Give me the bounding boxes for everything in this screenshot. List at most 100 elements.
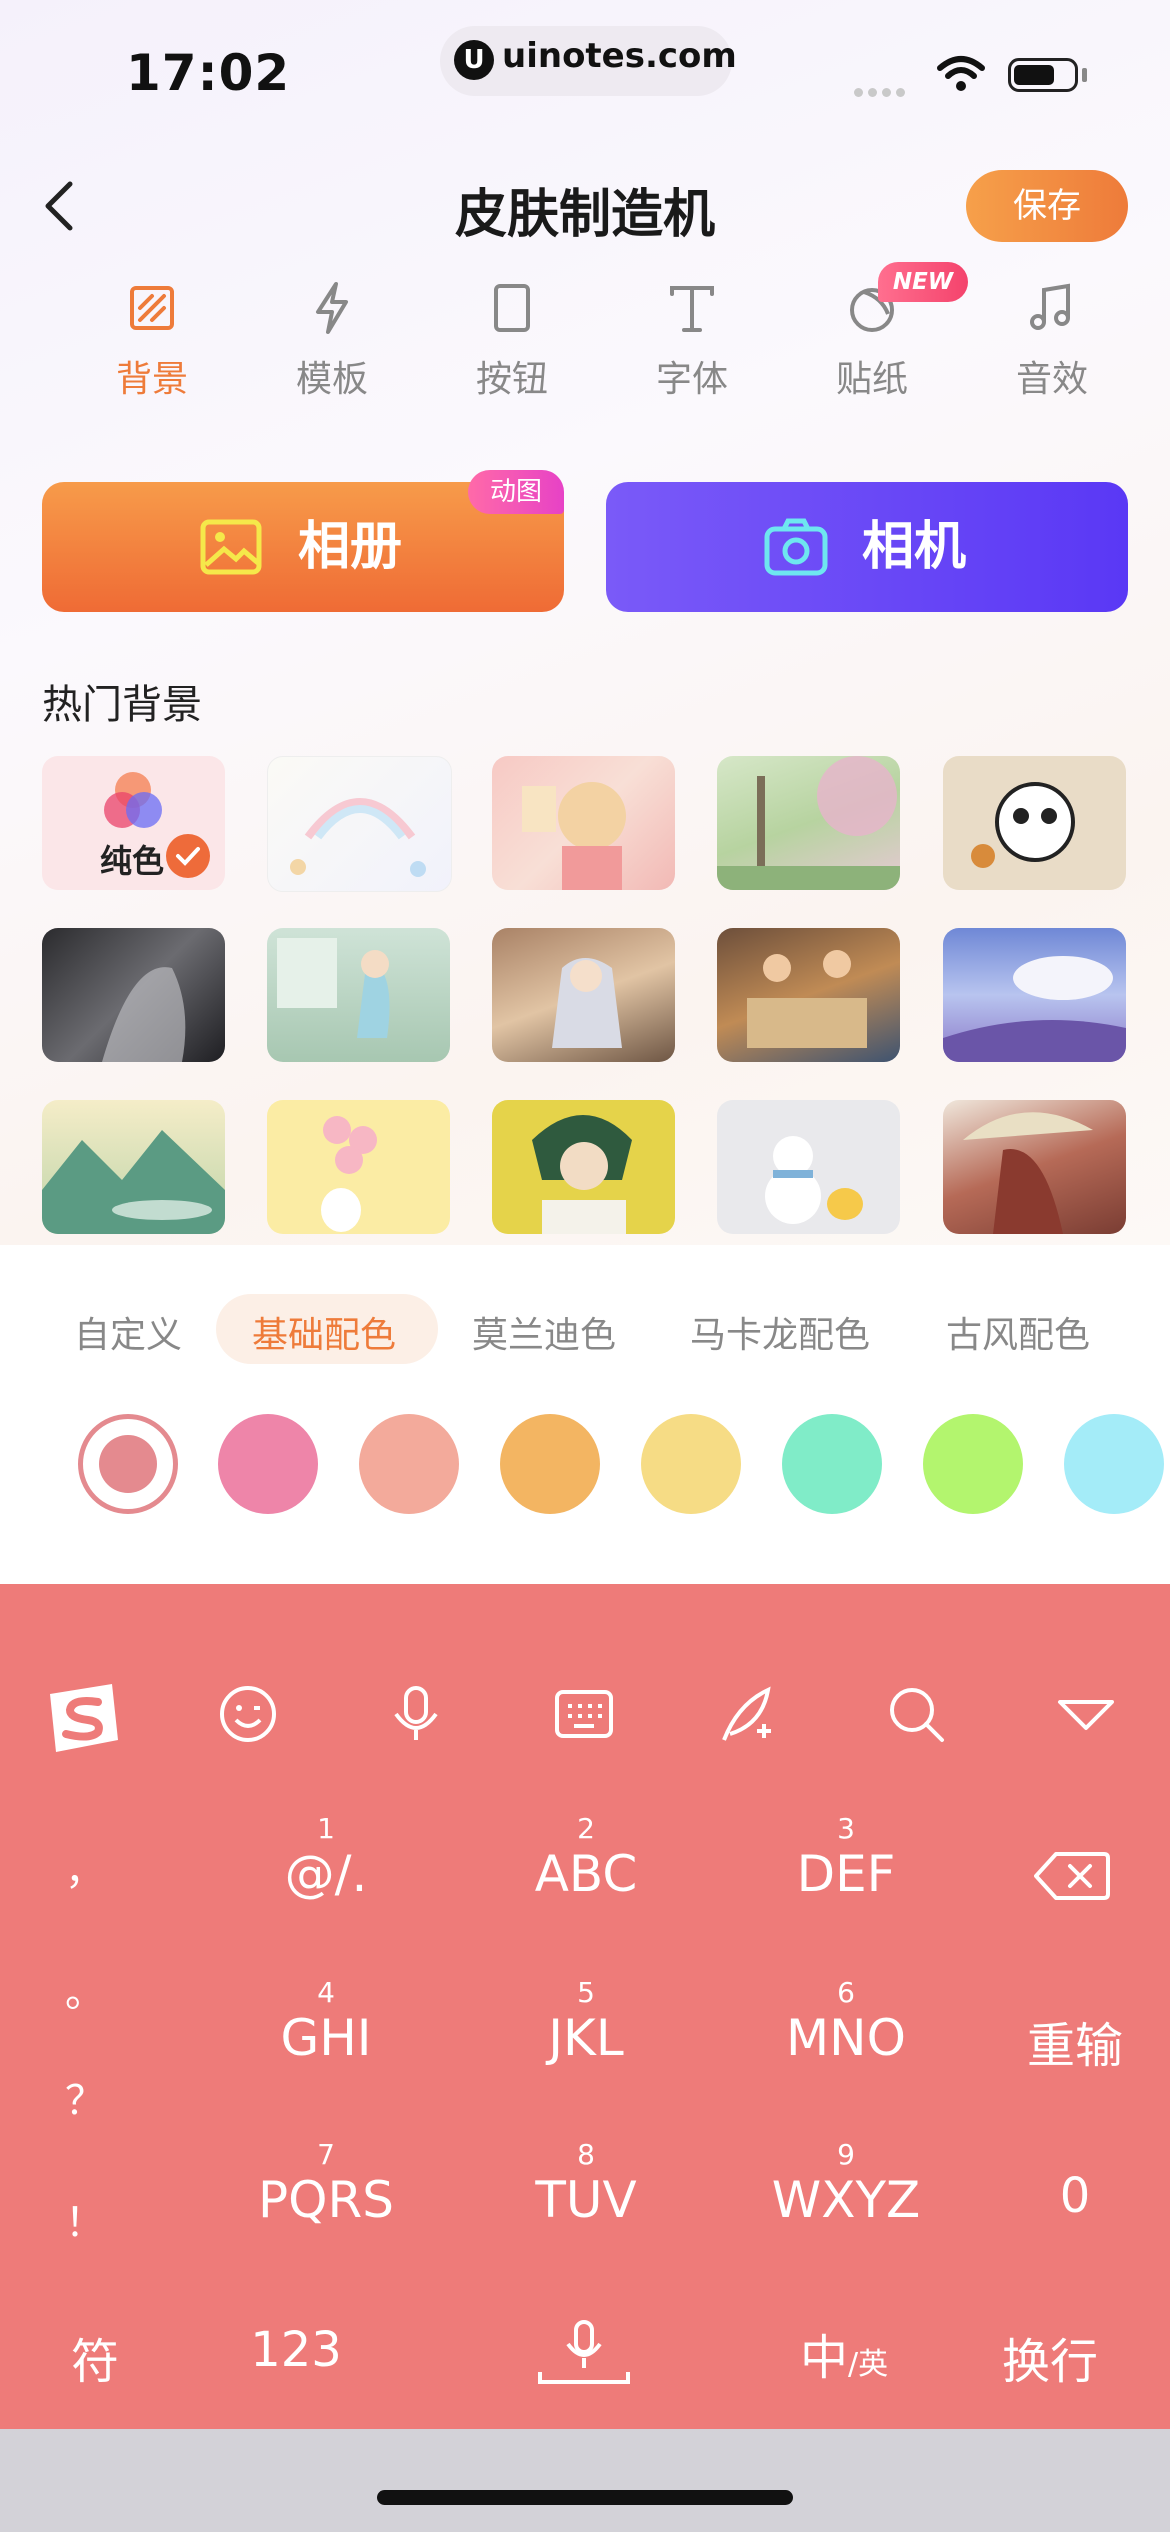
thumb-bunny-balloons[interactable] <box>267 1100 450 1234</box>
punct-key-question[interactable]: ？ <box>60 2068 110 2126</box>
sogou-logo-icon[interactable] <box>42 1680 124 1756</box>
color-circles-icon <box>104 772 162 828</box>
symbol-key[interactable]: 符 <box>50 2322 140 2392</box>
key-letters: DEF <box>796 1845 896 1903</box>
palette-tab-morandi[interactable]: 莫兰迪色 <box>472 1306 616 1358</box>
number-mode-key[interactable]: 123 <box>226 2322 366 2378</box>
keyboard-icon[interactable] <box>554 1684 614 1744</box>
swatch-1[interactable] <box>218 1414 318 1514</box>
url-text: uinotes.com <box>502 36 737 76</box>
key-9[interactable]: 9 WXYZ <box>746 2140 946 2230</box>
home-indicator[interactable] <box>377 2490 793 2505</box>
key-4[interactable]: 4 GHI <box>226 1978 426 2068</box>
key-number: 2 <box>577 1812 595 1845</box>
key-number: 9 <box>837 2138 855 2171</box>
palette-tab-macaron[interactable]: 马卡龙配色 <box>690 1306 870 1358</box>
thumb-green-hair-boy[interactable] <box>492 1100 675 1234</box>
zero-key[interactable]: 0 <box>1010 2168 1140 2224</box>
new-badge: NEW <box>878 262 968 302</box>
key-7[interactable]: 7 PQRS <box>226 2140 426 2230</box>
camera-label: 相机 <box>862 517 967 577</box>
thumb-landscape-painting[interactable] <box>42 1100 225 1234</box>
backspace-icon[interactable] <box>1034 1850 1110 1902</box>
lightning-icon <box>316 282 348 334</box>
key-5[interactable]: 5 JKL <box>486 1978 686 2068</box>
palette-tab-basic[interactable]: 基础配色 <box>252 1306 396 1358</box>
language-switch-key[interactable]: 中/英 <box>800 2318 888 2388</box>
key-2[interactable]: 2 ABC <box>486 1814 686 1904</box>
palette-tab-ancient[interactable]: 古风配色 <box>946 1306 1090 1358</box>
key-number: 6 <box>837 1976 855 2009</box>
thumb-anime-girl-window[interactable] <box>267 928 450 1062</box>
thumb-anime-girl-room[interactable] <box>492 928 675 1062</box>
font-icon <box>670 286 714 332</box>
battery-tip <box>1082 68 1087 82</box>
key-letters: ABC <box>534 1845 638 1903</box>
swatch-2[interactable] <box>359 1414 459 1514</box>
enter-key[interactable]: 换行 <box>980 2322 1120 2392</box>
thumb-cherry-blossom[interactable] <box>717 756 900 890</box>
check-icon <box>166 834 210 878</box>
thumb-umbrella-girl[interactable] <box>943 1100 1126 1234</box>
palette-panel <box>0 1245 1170 1585</box>
tool-label: 模板 <box>295 359 368 400</box>
tool-tab-button[interactable]: 按钮 <box>437 278 587 408</box>
thumb-panda-sticker[interactable] <box>943 756 1126 890</box>
background-icon <box>130 286 174 330</box>
punct-key-exclaim[interactable]: ！ <box>60 2190 110 2248</box>
key-letters: GHI <box>280 2009 372 2067</box>
battery-level <box>1014 65 1054 85</box>
hot-backgrounds-title: 热门背景 <box>42 682 202 728</box>
camera-button[interactable]: 相机 <box>606 482 1128 612</box>
home-bar-area <box>0 2429 1170 2532</box>
tool-tab-sound[interactable]: 音效 <box>977 278 1127 408</box>
reset-key[interactable]: 重输 <box>1010 2006 1140 2076</box>
thumb-sky-field[interactable] <box>943 928 1126 1062</box>
swatch-4[interactable] <box>641 1414 741 1514</box>
key-8[interactable]: 8 TUV <box>486 2140 686 2230</box>
punct-key-comma[interactable]: ， <box>60 1838 110 1896</box>
swatch-3[interactable] <box>500 1414 600 1514</box>
cellular-signal-icon <box>854 82 910 101</box>
key-number: 3 <box>837 1812 855 1845</box>
key-letters: JKL <box>548 2009 624 2067</box>
swatch-6[interactable] <box>923 1414 1023 1514</box>
thumb-dark-fantasy[interactable] <box>42 928 225 1062</box>
emoji-icon[interactable] <box>218 1684 278 1744</box>
wifi-icon <box>937 56 985 91</box>
key-number: 8 <box>577 2138 595 2171</box>
swatch-5[interactable] <box>782 1414 882 1514</box>
key-1[interactable]: 1 @/. <box>226 1814 426 1904</box>
tool-tab-background[interactable]: 背景 <box>77 278 227 408</box>
key-number: 4 <box>317 1976 335 2009</box>
handwriting-icon[interactable] <box>718 1684 778 1744</box>
thumb-boys-table[interactable] <box>717 928 900 1062</box>
back-chevron-icon[interactable] <box>40 178 80 234</box>
key-number: 7 <box>317 2138 335 2171</box>
tool-tab-template[interactable]: 模板 <box>257 278 407 408</box>
key-number: 5 <box>577 1976 595 2009</box>
swatch-7[interactable] <box>1064 1414 1164 1514</box>
key-6[interactable]: 6 MNO <box>746 1978 946 2068</box>
tool-label: 字体 <box>655 359 728 400</box>
language-sub: /英 <box>848 2347 889 2382</box>
microphone-icon[interactable] <box>386 1684 446 1744</box>
page-title: 皮肤制造机 <box>454 185 715 245</box>
search-icon[interactable] <box>886 1684 946 1744</box>
punct-key-period[interactable]: 。 <box>60 1960 110 2018</box>
tool-label: 贴纸 <box>835 359 908 400</box>
tool-label: 按钮 <box>475 359 548 400</box>
collapse-icon[interactable] <box>1056 1684 1116 1744</box>
palette-tab-custom[interactable]: 自定义 <box>74 1306 182 1358</box>
site-logo-icon: U <box>454 40 494 80</box>
gif-badge: 动图 <box>468 470 564 514</box>
status-time: 17:02 <box>126 44 291 102</box>
key-3[interactable]: 3 DEF <box>746 1814 946 1904</box>
thumb-anime-girl-pink[interactable] <box>492 756 675 890</box>
voice-space-key[interactable] <box>536 2318 632 2388</box>
save-button[interactable]: 保存 <box>966 170 1128 242</box>
tool-tab-font[interactable]: 字体 <box>617 278 767 408</box>
thumb-snowman-duck[interactable] <box>717 1100 900 1234</box>
swatch-selected-ring[interactable] <box>78 1414 178 1514</box>
thumb-rainbow-cats[interactable] <box>267 756 452 892</box>
